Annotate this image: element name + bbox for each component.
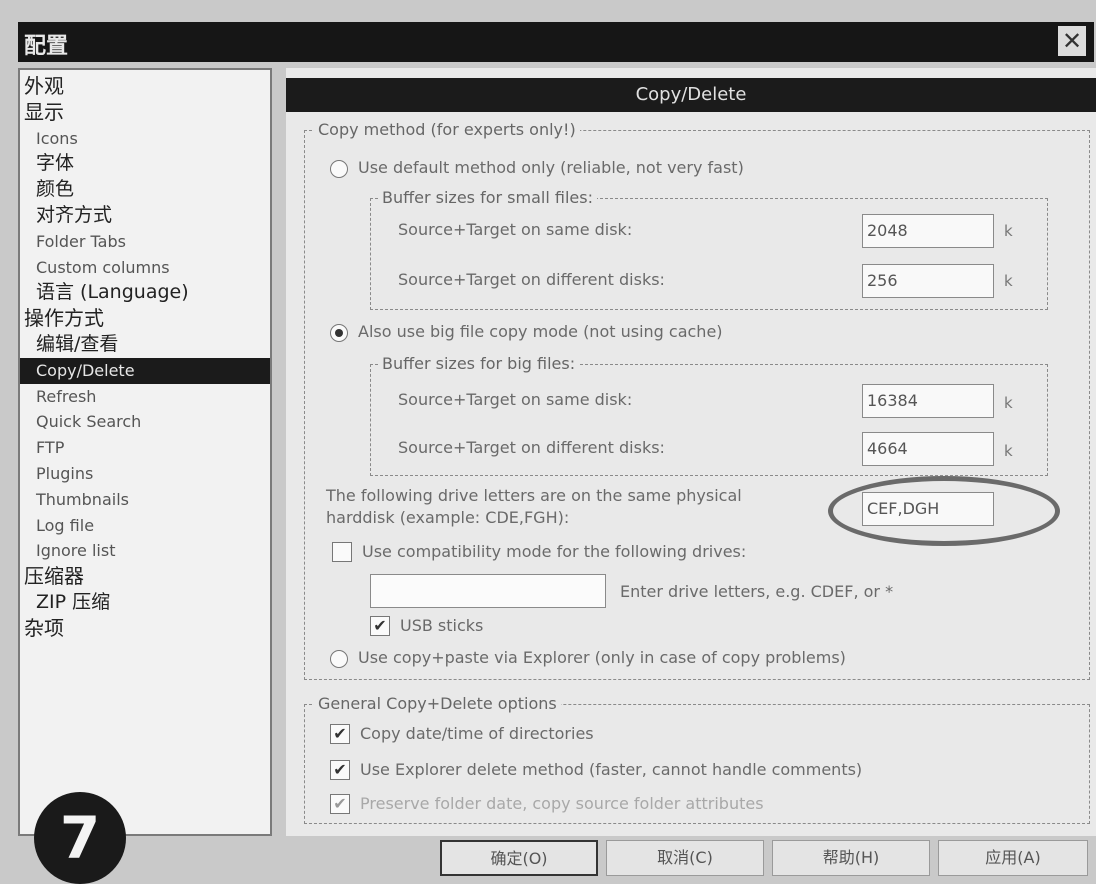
big-diff-unit: k xyxy=(1004,442,1013,460)
explorer-delete-checkbox[interactable]: ✔ xyxy=(330,760,350,780)
tree-item[interactable]: 语言 (Language) xyxy=(20,280,270,306)
small-diff-disk-label: Source+Target on different disks: xyxy=(398,270,665,289)
tree-item[interactable]: 压缩器 xyxy=(20,564,270,590)
cancel-button[interactable]: 取消(C) xyxy=(606,840,764,876)
tree-item[interactable]: Quick Search xyxy=(20,409,270,435)
big-file-mode-radio[interactable] xyxy=(330,324,348,342)
small-same-disk-label: Source+Target on same disk: xyxy=(398,220,633,239)
compat-mode-label: Use compatibility mode for the following… xyxy=(362,542,747,561)
tree-item[interactable]: 颜色 xyxy=(20,177,270,203)
copy-dir-date-checkbox[interactable]: ✔ xyxy=(330,724,350,744)
highlight-annotation xyxy=(828,476,1060,546)
tree-item[interactable]: 编辑/查看 xyxy=(20,332,270,358)
explorer-copy-radio[interactable] xyxy=(330,650,348,668)
small-diff-unit: k xyxy=(1004,272,1013,290)
title-bar: 配置 ✕ xyxy=(18,22,1094,62)
big-same-disk-input[interactable]: 16384 xyxy=(862,384,994,418)
close-icon[interactable]: ✕ xyxy=(1058,26,1086,56)
tree-item[interactable]: Refresh xyxy=(20,384,270,410)
explorer-delete-label: Use Explorer delete method (faster, cann… xyxy=(360,760,863,779)
third-option-checkbox[interactable]: ✔ xyxy=(330,794,350,814)
tree-item[interactable]: 对齐方式 xyxy=(20,203,270,229)
step-number-badge: 7 xyxy=(34,792,126,884)
big-same-unit: k xyxy=(1004,394,1013,412)
explorer-copy-label: Use copy+paste via Explorer (only in cas… xyxy=(358,648,846,667)
general-options-group-label: General Copy+Delete options xyxy=(314,694,561,713)
tree-item[interactable]: 操作方式 xyxy=(20,306,270,332)
big-buffer-group-label: Buffer sizes for big files: xyxy=(378,354,580,373)
help-button[interactable]: 帮助(H) xyxy=(772,840,930,876)
big-same-disk-label: Source+Target on same disk: xyxy=(398,390,633,409)
window-title: 配置 xyxy=(24,34,69,59)
tree-item[interactable]: 字体 xyxy=(20,151,270,177)
same-physical-disk-label-line1: The following drive letters are on the s… xyxy=(326,486,742,505)
compat-drives-input[interactable] xyxy=(370,574,606,608)
compat-mode-checkbox[interactable] xyxy=(332,542,352,562)
tree-item[interactable]: Log file xyxy=(20,513,270,539)
ok-button[interactable]: 确定(O) xyxy=(440,840,598,876)
tree-item[interactable]: Folder Tabs xyxy=(20,229,270,255)
tree-item[interactable]: 杂项 xyxy=(20,616,270,642)
tree-item[interactable]: ZIP 压缩 xyxy=(20,590,270,616)
default-method-radio[interactable] xyxy=(330,160,348,178)
copy-dir-date-label: Copy date/time of directories xyxy=(360,724,594,743)
big-diff-disk-label: Source+Target on different disks: xyxy=(398,438,665,457)
tree-item[interactable]: Icons xyxy=(20,126,270,152)
tree-item[interactable]: 外观 xyxy=(20,74,270,100)
compat-drives-hint: Enter drive letters, e.g. CDEF, or * xyxy=(620,582,894,601)
settings-tree: 外观 显示 Icons 字体 颜色 对齐方式 Folder Tabs Custom colum… xyxy=(18,68,272,836)
default-method-label: Use default method only (reliable, not v… xyxy=(358,158,744,177)
section-title: Copy/Delete xyxy=(286,78,1096,112)
tree-list: 外观 显示 Icons 字体 颜色 对齐方式 Folder Tabs Custom colum… xyxy=(20,70,270,642)
tree-item[interactable]: Plugins xyxy=(20,461,270,487)
copy-method-group-label: Copy method (for experts only!) xyxy=(314,120,580,139)
tree-item[interactable]: Copy/Delete xyxy=(20,357,270,384)
big-file-mode-label: Also use big file copy mode (not using c… xyxy=(358,322,723,341)
tree-item[interactable]: Custom columns xyxy=(20,255,270,281)
settings-pane: Copy/Delete Copy method (for experts onl… xyxy=(286,68,1096,836)
same-physical-disk-label-line2: harddisk (example: CDE,FGH): xyxy=(326,508,570,527)
third-option-label: Preserve folder date, copy source folder… xyxy=(360,794,764,813)
usb-sticks-label: USB sticks xyxy=(400,616,484,635)
tree-item[interactable]: Ignore list xyxy=(20,538,270,564)
big-diff-disk-input[interactable]: 4664 xyxy=(862,432,994,466)
tree-item[interactable]: Thumbnails xyxy=(20,487,270,513)
apply-button[interactable]: 应用(A) xyxy=(938,840,1088,876)
small-buffer-group-label: Buffer sizes for small files: xyxy=(378,188,597,207)
usb-sticks-checkbox[interactable]: ✔ xyxy=(370,616,390,636)
tree-item[interactable]: 显示 xyxy=(20,100,270,126)
small-diff-disk-input[interactable]: 256 xyxy=(862,264,994,298)
tree-item[interactable]: FTP xyxy=(20,435,270,461)
small-same-unit: k xyxy=(1004,222,1013,240)
small-same-disk-input[interactable]: 2048 xyxy=(862,214,994,248)
